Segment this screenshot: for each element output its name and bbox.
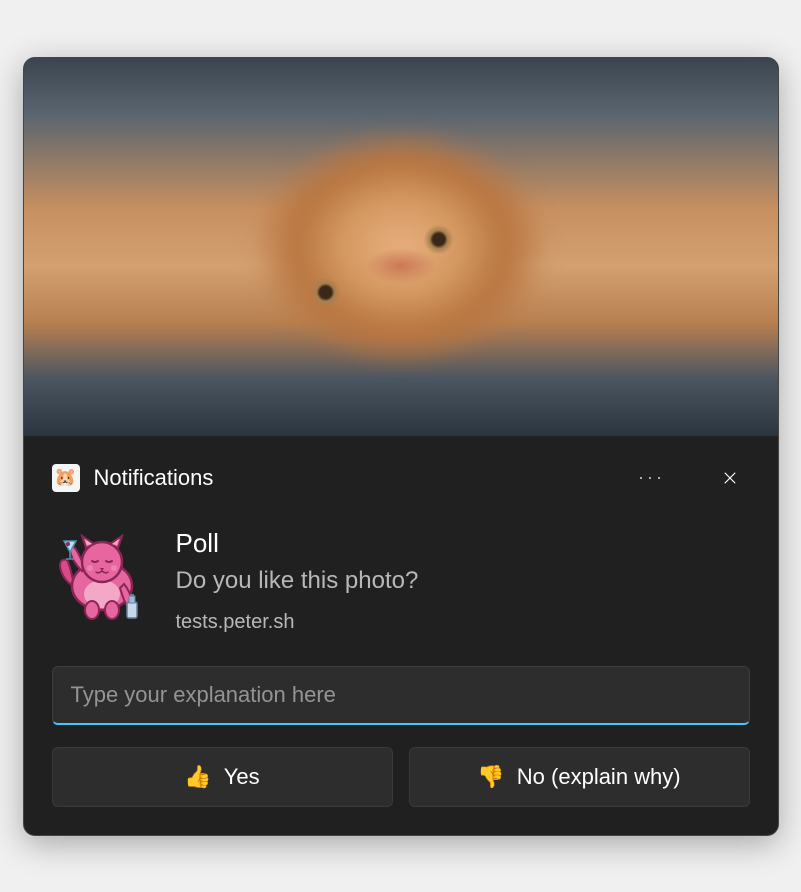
close-button[interactable]: [710, 458, 750, 498]
notification-title: Poll: [176, 528, 419, 559]
button-row: 👍 Yes 👎 No (explain why): [52, 747, 750, 807]
close-icon: [721, 469, 739, 487]
thumbs-down-icon: 👎: [477, 764, 504, 790]
ellipsis-icon: ···: [638, 467, 665, 488]
body-row: Poll Do you like this photo? tests.peter…: [52, 526, 750, 666]
notification-card: 🐹 Notifications ···: [23, 57, 779, 836]
notification-source: tests.peter.sh: [176, 611, 419, 634]
card-content: 🐹 Notifications ···: [24, 436, 778, 835]
notification-message: Do you like this photo?: [176, 567, 419, 595]
app-icon: 🐹: [52, 464, 80, 492]
yes-button-label: Yes: [224, 764, 260, 790]
no-button[interactable]: 👎 No (explain why): [409, 747, 750, 807]
input-wrapper: [52, 666, 750, 725]
party-cat-icon: [52, 526, 152, 626]
no-button-label: No (explain why): [517, 764, 681, 790]
thumbs-up-icon: 👍: [184, 764, 211, 790]
more-options-button[interactable]: ···: [632, 458, 672, 498]
header-row: 🐹 Notifications ···: [52, 436, 750, 526]
hamster-icon: 🐹: [54, 467, 76, 488]
app-name-label: Notifications: [94, 465, 618, 491]
body-text: Poll Do you like this photo? tests.peter…: [176, 526, 419, 634]
hero-image: [24, 58, 778, 436]
yes-button[interactable]: 👍 Yes: [52, 747, 393, 807]
explanation-input[interactable]: [52, 666, 750, 725]
app-avatar: [52, 526, 152, 626]
